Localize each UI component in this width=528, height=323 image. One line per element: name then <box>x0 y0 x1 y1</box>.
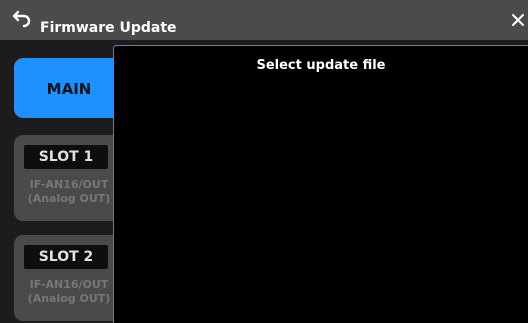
tab-slot-1-card-name: IF-AN16/OUT <box>29 178 109 191</box>
back-arrow-icon <box>12 10 31 28</box>
tab-slot-2[interactable]: SLOT 2 IF-AN16/OUT (Analog OUT) <box>14 235 124 321</box>
tab-slot-2-label: SLOT 2 <box>24 245 108 269</box>
tab-slot-2-card-name: IF-AN16/OUT <box>29 278 109 291</box>
close-button[interactable] <box>510 12 526 28</box>
tab-slot-1[interactable]: SLOT 1 IF-AN16/OUT (Analog OUT) <box>14 135 124 221</box>
tab-slot-2-card-type: (Analog OUT) <box>27 292 111 305</box>
title-bar: Firmware Update <box>0 0 528 40</box>
panel-title: Select update file <box>256 58 386 73</box>
close-icon <box>512 14 524 26</box>
tab-main[interactable]: MAIN <box>14 58 124 118</box>
file-select-panel[interactable]: Select update file <box>113 45 528 323</box>
back-button[interactable] <box>12 8 34 28</box>
window-title: Firmware Update <box>40 20 177 36</box>
tab-slot-1-card-type: (Analog OUT) <box>27 192 111 205</box>
tab-main-label: MAIN <box>46 80 92 98</box>
tab-slot-1-label: SLOT 1 <box>24 145 108 169</box>
